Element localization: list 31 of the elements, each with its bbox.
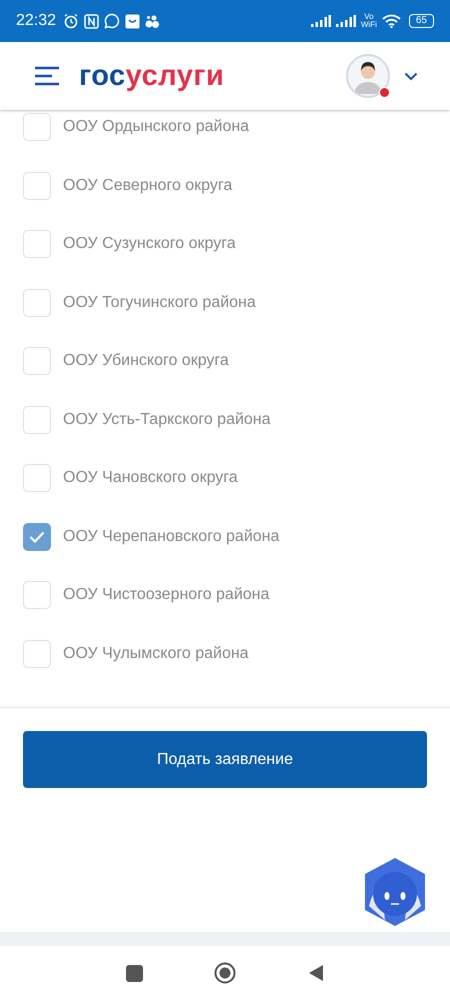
chevron-down-icon[interactable] <box>404 72 418 80</box>
option-label[interactable]: ООУ Тогучинского района <box>63 294 256 312</box>
option-label[interactable]: ООУ Чулымского района <box>63 644 249 663</box>
recent-apps-button[interactable] <box>126 964 143 982</box>
back-button[interactable] <box>308 964 324 982</box>
option-label[interactable]: ООУ Сузунского округа <box>63 235 236 254</box>
option-label[interactable]: ООУ Убинского округа <box>63 352 229 370</box>
wifi-icon <box>382 14 401 28</box>
menu-icon[interactable] <box>35 66 59 86</box>
checkmark-icon <box>29 530 45 543</box>
option-label[interactable]: ООУ Усть-Таркского района <box>63 410 271 429</box>
bag-icon <box>125 14 140 28</box>
option-label[interactable]: ООУ Северного округа <box>63 176 232 195</box>
signal-icon <box>336 15 356 27</box>
logo[interactable]: госуслуги <box>79 62 224 90</box>
avatar[interactable] <box>346 54 390 98</box>
checkbox[interactable] <box>23 522 51 551</box>
submit-button[interactable]: Подать заявление <box>23 731 427 788</box>
nfc-icon <box>84 14 100 28</box>
option-label[interactable]: ООУ Чистоозерного района <box>63 586 270 604</box>
dots-icon <box>145 14 160 28</box>
option-label[interactable]: ООУ Черепановского района <box>63 528 280 546</box>
signal-icon <box>310 15 331 27</box>
clock-time: 22:32 <box>16 12 56 30</box>
home-button[interactable] <box>214 962 236 984</box>
alarm-icon <box>63 13 80 29</box>
vowifi-label: Vo WiFi <box>360 13 377 29</box>
option-label[interactable]: ООУ Ордынского района <box>63 118 250 136</box>
battery-indicator: 65 <box>408 14 434 28</box>
chat-icon <box>104 13 120 29</box>
option-label[interactable]: ООУ Чановского округа <box>63 469 238 488</box>
